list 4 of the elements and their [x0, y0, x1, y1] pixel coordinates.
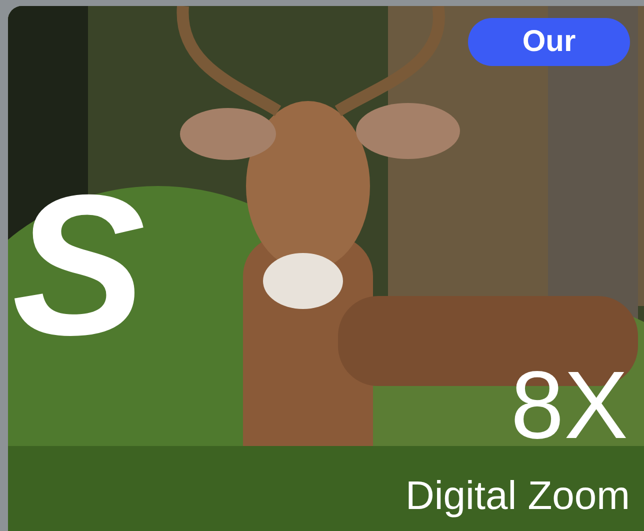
our-badge: Our [468, 18, 630, 66]
subheadline: Digital Zoom [405, 474, 630, 518]
comparison-mark: S [12, 166, 146, 366]
headline: 8X [510, 358, 628, 454]
